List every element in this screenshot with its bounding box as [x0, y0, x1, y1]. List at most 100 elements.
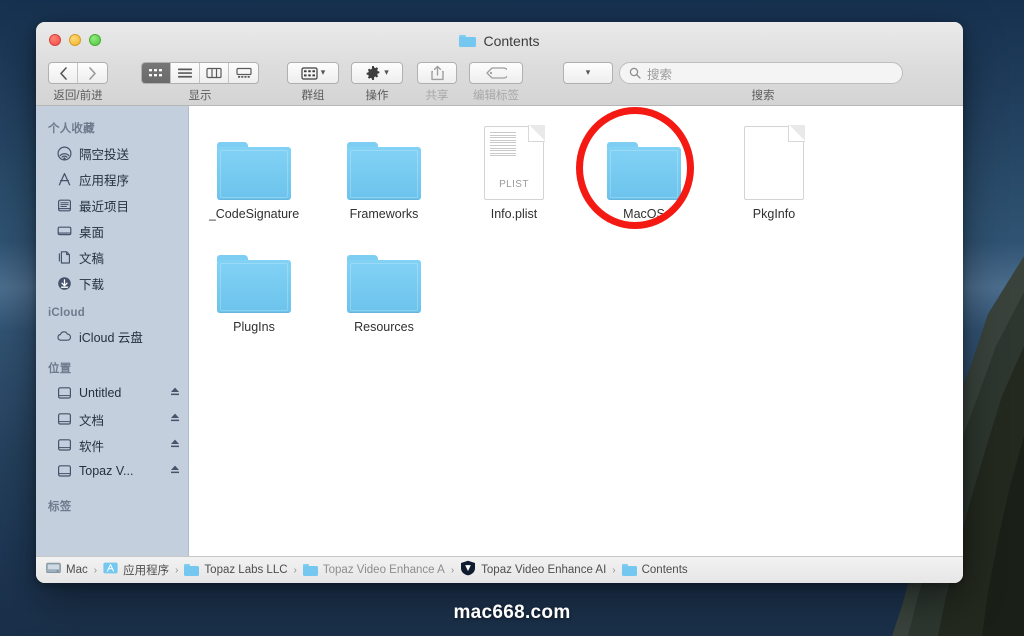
breadcrumb-separator: ›	[93, 564, 98, 576]
file-item-macos[interactable]: MacOS	[579, 122, 709, 221]
chevron-down-icon: ▾	[384, 66, 389, 77]
finder-window: Contents 返回/前进 显示 ▾ 群组 ▾ 操作 共享 编辑标签 ▾ 搜索…	[36, 22, 963, 583]
page-title: Contents	[483, 33, 540, 49]
folder-icon	[217, 142, 291, 200]
blank-document-icon	[744, 125, 805, 200]
breadcrumb-separator: ›	[175, 564, 179, 576]
file-item[interactable]: PlugIns	[189, 235, 319, 334]
file-name: Resources	[354, 320, 414, 334]
eject-icon[interactable]	[170, 412, 180, 426]
view-caption: 显示	[188, 90, 212, 102]
sidebar-item-software-disk[interactable]: 软件	[36, 432, 188, 458]
file-item[interactable]: _CodeSignature	[189, 122, 319, 221]
eject-icon[interactable]	[170, 438, 180, 452]
sidebar-item-label: 最近项目	[79, 199, 130, 214]
breadcrumb-label: 应用程序	[123, 565, 170, 577]
file-item[interactable]: Frameworks	[319, 122, 449, 221]
sidebar-item-documents-disk[interactable]: 文档	[36, 406, 188, 432]
eject-icon[interactable]	[170, 386, 180, 400]
breadcrumb-item-applications[interactable]: 应用程序	[103, 561, 169, 579]
file-thumbnail	[217, 239, 291, 313]
back-forward-segmented[interactable]	[48, 62, 108, 84]
list-view-button[interactable]	[171, 63, 200, 83]
breadcrumb-separator: ›	[450, 564, 455, 576]
icloud-icon	[56, 328, 72, 344]
group-by-button[interactable]: ▾	[287, 62, 339, 84]
arrange-dropdown-button[interactable]: ▾	[563, 62, 613, 84]
folder-icon	[347, 255, 421, 313]
view-mode-segmented[interactable]	[141, 62, 259, 84]
file-item[interactable]: PLIST Info.plist	[449, 122, 579, 221]
search-group: ▾ 搜索 搜索	[563, 62, 903, 103]
sidebar: 个人收藏 隔空投送 应用程序 最近项目 桌面 文稿 下载 iCloud iClo…	[36, 106, 189, 556]
sidebar-item-untitled[interactable]: Untitled	[36, 380, 188, 406]
action-button[interactable]: ▾	[351, 62, 403, 84]
breadcrumb-label: Topaz Video Enhance A	[322, 564, 445, 576]
breadcrumb-item-mac[interactable]: Mac	[46, 561, 88, 579]
file-name: _CodeSignature	[208, 207, 300, 221]
chevron-right-icon	[89, 66, 96, 80]
share-caption: 共享	[425, 90, 449, 102]
file-grid: _CodeSignature Frameworks PLIST Info.pli…	[189, 106, 963, 348]
watermark-text: mac668.com	[453, 602, 571, 623]
window-toolbar: Contents 返回/前进 显示 ▾ 群组 ▾ 操作 共享 编辑标签 ▾ 搜索…	[36, 22, 963, 106]
sidebar-item-label: 隔空投送	[79, 147, 130, 162]
gear-icon	[366, 66, 380, 80]
icon-view-button[interactable]	[142, 63, 171, 83]
sidebar-item-documents[interactable]: 文稿	[36, 244, 188, 270]
sidebar-item-label: 下载	[79, 277, 105, 292]
search-input[interactable]: 搜索	[619, 62, 903, 84]
folder-icon	[217, 255, 291, 313]
breadcrumb-item-topaz-video-enhance-folder[interactable]: Topaz Video Enhance A	[302, 564, 445, 576]
file-grid-area[interactable]: _CodeSignature Frameworks PLIST Info.pli…	[189, 106, 963, 556]
share-button[interactable]	[417, 62, 457, 84]
file-thumbnail	[347, 126, 421, 200]
column-view-button[interactable]	[200, 63, 229, 83]
sidebar-item-downloads[interactable]: 下载	[36, 270, 188, 296]
eject-icon[interactable]	[170, 464, 180, 478]
chevron-down-icon: ▾	[320, 66, 326, 77]
sidebar-item-recents[interactable]: 最近项目	[36, 192, 188, 218]
sidebar-item-desktop[interactable]: 桌面	[36, 218, 188, 244]
path-breadcrumb-bar: Mac › 应用程序 › Topaz Labs LLC › Topaz Vide…	[36, 556, 963, 583]
sidebar-item-applications[interactable]: 应用程序	[36, 166, 188, 192]
group-caption: 群组	[301, 90, 325, 102]
sidebar-item-topaz-disk[interactable]: Topaz V...	[36, 458, 188, 484]
forward-button[interactable]	[78, 63, 107, 83]
back-button[interactable]	[49, 63, 78, 83]
sidebar-item-label: Topaz V...	[79, 464, 134, 478]
documents-icon	[56, 249, 72, 265]
edit-tags-button[interactable]	[469, 62, 523, 84]
file-item[interactable]: PkgInfo	[709, 122, 839, 221]
chevron-left-icon	[59, 66, 67, 80]
window-body: 个人收藏 隔空投送 应用程序 最近项目 桌面 文稿 下载 iCloud iClo…	[36, 106, 963, 556]
downloads-icon	[56, 275, 72, 291]
disk-icon	[56, 385, 72, 401]
file-thumbnail	[347, 239, 421, 313]
file-name: PkgInfo	[752, 207, 796, 221]
sidebar-section-favorites-header: 个人收藏	[48, 123, 95, 135]
sidebar-item-label: 文档	[79, 413, 105, 428]
file-thumbnail: PLIST	[484, 125, 545, 200]
share-icon	[430, 65, 444, 81]
minimize-button[interactable]	[69, 34, 81, 46]
file-name: PlugIns	[233, 320, 275, 334]
zoom-button[interactable]	[89, 34, 101, 46]
search-placeholder: 搜索	[647, 67, 673, 82]
breadcrumb-item-contents[interactable]: Contents	[621, 564, 688, 576]
close-button[interactable]	[49, 34, 61, 46]
share-group: 共享	[417, 62, 457, 103]
gallery-view-button[interactable]	[229, 63, 258, 83]
sidebar-item-airdrop[interactable]: 隔空投送	[36, 140, 188, 166]
sidebar-item-icloud-drive[interactable]: iCloud 云盘	[36, 323, 188, 349]
breadcrumb-separator: ›	[612, 564, 616, 576]
nav-caption: 返回/前进	[53, 90, 103, 102]
sidebar-item-label: iCloud 云盘	[79, 330, 143, 345]
breadcrumb-item-topaz-app[interactable]: Topaz Video Enhance AI	[460, 560, 606, 581]
breadcrumb-label: Topaz Video Enhance AI	[481, 564, 607, 576]
breadcrumb-label: Contents	[641, 564, 688, 576]
window-title-bar: Contents	[36, 33, 963, 49]
window-controls	[49, 34, 101, 46]
breadcrumb-item-topaz-labs[interactable]: Topaz Labs LLC	[184, 564, 288, 576]
file-item[interactable]: Resources	[319, 235, 449, 334]
